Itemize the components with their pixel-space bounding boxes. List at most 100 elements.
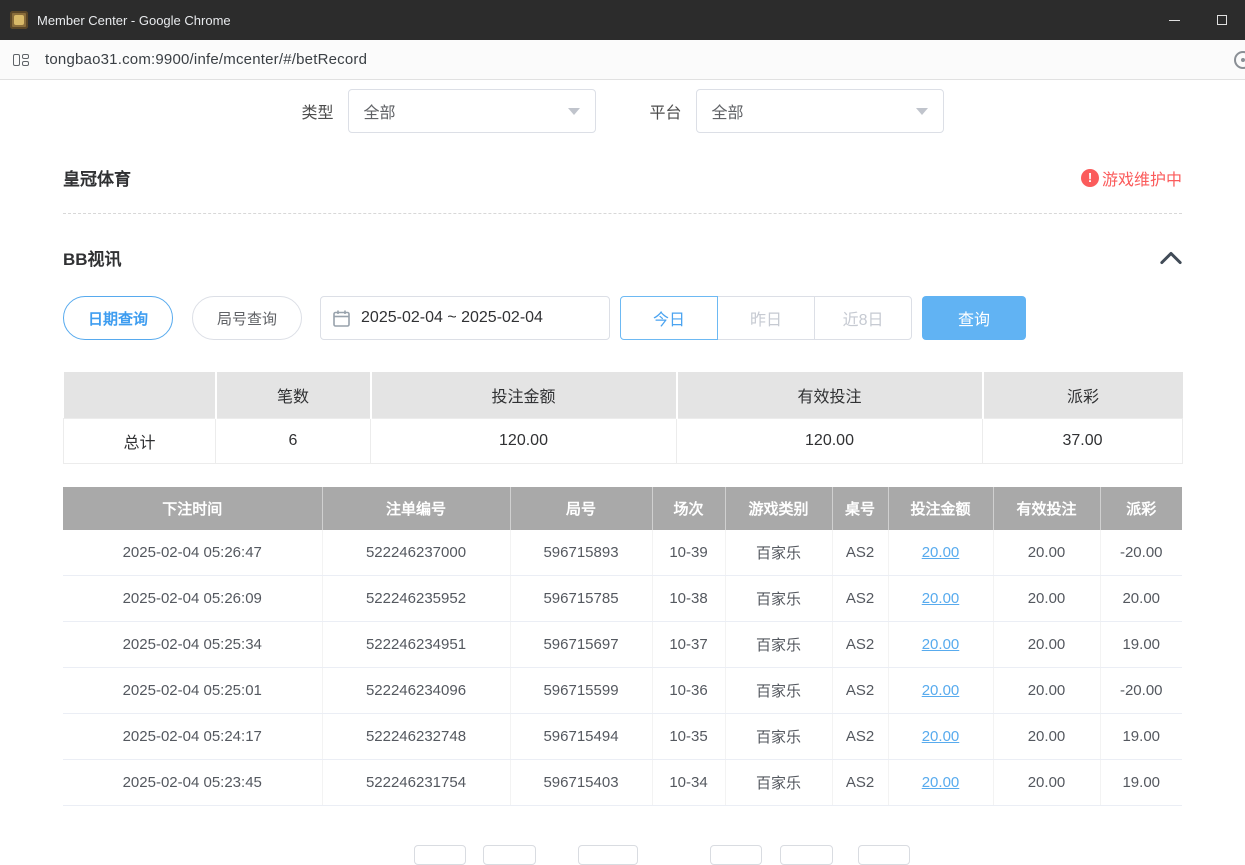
round-query-tab[interactable]: 局号查询: [192, 296, 302, 340]
type-select[interactable]: 全部: [348, 89, 596, 133]
bet-id-cell: 522246234951: [322, 622, 510, 668]
search-button[interactable]: 查询: [922, 296, 1026, 340]
bet-id-cell: 522246235952: [322, 576, 510, 622]
today-button[interactable]: 今日: [620, 296, 718, 340]
summary-header-blank: [64, 372, 216, 418]
crown-sports-title: 皇冠体育: [63, 165, 131, 190]
tab-groups-icon[interactable]: [12, 51, 30, 69]
bet-id-cell: 522246231754: [322, 760, 510, 806]
pagination-button[interactable]: [858, 845, 910, 865]
payout-cell: -20.00: [1100, 668, 1182, 714]
summary-total-payout: 37.00: [983, 418, 1183, 463]
payout-cell: -20.00: [1100, 530, 1182, 576]
table-no-cell: AS2: [832, 760, 888, 806]
bb-video-title: BB视讯: [63, 245, 122, 270]
window-title: Member Center - Google Chrome: [37, 13, 231, 28]
chevron-down-icon: [916, 108, 928, 115]
url-text[interactable]: tongbao31.com:9900/infe/mcenter/#/betRec…: [45, 51, 367, 68]
date-range-picker[interactable]: 2025-02-04 ~ 2025-02-04: [320, 296, 610, 340]
game-type-cell: 百家乐: [725, 760, 832, 806]
game-type-cell: 百家乐: [725, 714, 832, 760]
yesterday-button[interactable]: 昨日: [717, 296, 815, 340]
pagination-page-size-select[interactable]: [578, 845, 638, 865]
bet-id-cell: 522246237000: [322, 530, 510, 576]
round-no-cell: 596715893: [510, 530, 652, 576]
bet-time-cell: 2025-02-04 05:26:47: [63, 530, 322, 576]
platform-select-value: 全部: [712, 99, 744, 123]
pagination-button[interactable]: [483, 845, 536, 865]
bet-amount-link[interactable]: 20.00: [922, 590, 960, 607]
table-no-cell: AS2: [832, 576, 888, 622]
bet-time-cell: 2025-02-04 05:23:45: [63, 760, 322, 806]
summary-total-count: 6: [216, 418, 371, 463]
summary-total-label: 总计: [64, 418, 216, 463]
session-cell: 10-35: [652, 714, 725, 760]
summary-total-valid-bet: 120.00: [677, 418, 983, 463]
valid-bet-cell: 20.00: [993, 760, 1100, 806]
address-bar[interactable]: tongbao31.com:9900/infe/mcenter/#/betRec…: [0, 40, 1245, 80]
summary-total-row: 总计 6 120.00 120.00 37.00: [64, 418, 1183, 463]
bet-table-body: 2025-02-04 05:26:47522246237000596715893…: [63, 530, 1182, 806]
session-cell: 10-38: [652, 576, 725, 622]
bet-amount-cell: 20.00: [888, 622, 993, 668]
bb-video-section-header: BB视讯: [63, 245, 1182, 270]
col-header-payout: 派彩: [1100, 487, 1182, 530]
platform-select[interactable]: 全部: [696, 89, 944, 133]
window-controls: [1151, 0, 1245, 40]
exclamation-circle-icon: !: [1081, 169, 1099, 187]
valid-bet-cell: 20.00: [993, 530, 1100, 576]
table-row: 2025-02-04 05:24:17522246232748596715494…: [63, 714, 1182, 760]
date-query-tab[interactable]: 日期查询: [63, 296, 173, 340]
maintenance-text: 游戏维护中: [1102, 166, 1182, 190]
bet-record-page: 类型 全部 平台 全部 皇冠体育 ! 游戏维护中 BB视讯 日期: [0, 80, 1245, 806]
calendar-icon: [333, 310, 350, 327]
pagination-button[interactable]: [710, 845, 762, 865]
section-divider: [63, 213, 1182, 214]
payout-cell: 19.00: [1100, 714, 1182, 760]
browser-settings-icon[interactable]: [1234, 51, 1245, 69]
game-type-cell: 百家乐: [725, 576, 832, 622]
bet-amount-link[interactable]: 20.00: [922, 682, 960, 699]
last-8-days-button[interactable]: 近8日: [814, 296, 912, 340]
filter-row: 类型 全部 平台 全部: [63, 88, 1182, 134]
game-type-cell: 百家乐: [725, 622, 832, 668]
summary-header-bet-amount: 投注金额: [371, 372, 677, 418]
platform-filter-group: 平台 全部: [650, 89, 944, 133]
maximize-button[interactable]: [1198, 0, 1245, 40]
valid-bet-cell: 20.00: [993, 668, 1100, 714]
pagination-button[interactable]: [414, 845, 466, 865]
table-row: 2025-02-04 05:26:09522246235952596715785…: [63, 576, 1182, 622]
round-no-cell: 596715403: [510, 760, 652, 806]
col-header-table-no: 桌号: [832, 487, 888, 530]
valid-bet-cell: 20.00: [993, 576, 1100, 622]
summary-header-payout: 派彩: [983, 372, 1183, 418]
chevron-up-icon[interactable]: [1160, 251, 1182, 265]
bet-amount-link[interactable]: 20.00: [922, 774, 960, 791]
col-header-game-type: 游戏类别: [725, 487, 832, 530]
summary-header-valid-bet: 有效投注: [677, 372, 983, 418]
bet-amount-cell: 20.00: [888, 668, 993, 714]
bet-table-header-row: 下注时间注单编号局号场次游戏类别桌号投注金额有效投注派彩: [63, 487, 1182, 530]
valid-bet-cell: 20.00: [993, 622, 1100, 668]
maintenance-notice: ! 游戏维护中: [1081, 166, 1182, 190]
bet-id-cell: 522246232748: [322, 714, 510, 760]
bet-time-cell: 2025-02-04 05:25:01: [63, 668, 322, 714]
bet-amount-cell: 20.00: [888, 576, 993, 622]
round-no-cell: 596715697: [510, 622, 652, 668]
bet-amount-link[interactable]: 20.00: [922, 636, 960, 653]
summary-table: 笔数 投注金额 有效投注 派彩 总计 6 120.00 120.00 37.00: [63, 372, 1183, 464]
minimize-button[interactable]: [1151, 0, 1198, 40]
bet-amount-link[interactable]: 20.00: [922, 728, 960, 745]
bet-record-table: 下注时间注单编号局号场次游戏类别桌号投注金额有效投注派彩 2025-02-04 …: [63, 487, 1182, 807]
table-no-cell: AS2: [832, 530, 888, 576]
type-filter-label: 类型: [301, 99, 333, 123]
payout-cell: 20.00: [1100, 576, 1182, 622]
bet-id-cell: 522246234096: [322, 668, 510, 714]
col-header-bet-time: 下注时间: [63, 487, 322, 530]
pagination-button[interactable]: [780, 845, 833, 865]
round-no-cell: 596715785: [510, 576, 652, 622]
bet-amount-link[interactable]: 20.00: [922, 544, 960, 561]
session-cell: 10-37: [652, 622, 725, 668]
col-header-round-no: 局号: [510, 487, 652, 530]
payout-cell: 19.00: [1100, 760, 1182, 806]
